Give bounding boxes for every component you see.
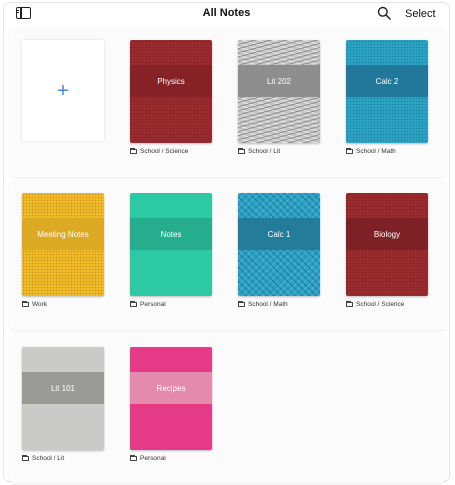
notebook-title: Biology xyxy=(346,218,428,250)
notebook-cover[interactable]: Recipes xyxy=(130,347,212,450)
notebook-location: School / Lit xyxy=(22,453,106,463)
notebook-location: School / Lit xyxy=(238,146,322,156)
notebook-cover[interactable]: Biology xyxy=(346,193,428,296)
folder-icon xyxy=(22,454,29,461)
new-note-card[interactable]: + xyxy=(22,40,106,141)
notebook-cover[interactable]: Physics xyxy=(130,40,212,143)
folder-icon xyxy=(238,300,245,307)
notebook-card[interactable]: Physics School / Science xyxy=(130,40,214,156)
notebook-card[interactable]: Calc 2 School / Math xyxy=(346,40,430,156)
notebook-location-label: School / Science xyxy=(356,300,405,308)
notebook-cover[interactable]: Lit 101 xyxy=(22,347,104,450)
notebook-title: Calc 1 xyxy=(238,218,320,250)
notebook-title: Calc 2 xyxy=(346,65,428,97)
folder-icon xyxy=(238,147,245,154)
notebook-card[interactable]: Meeting Notes Work xyxy=(22,193,106,309)
notebook-location: Personal xyxy=(130,299,214,309)
folder-icon xyxy=(130,300,137,307)
notebook-cover[interactable]: Notes xyxy=(130,193,212,296)
notebook-location-label: Work xyxy=(32,300,48,308)
notebook-cover[interactable]: Lit 202 xyxy=(238,40,320,143)
folder-icon xyxy=(130,454,137,461)
notebook-location-label: Personal xyxy=(140,454,166,462)
notebook-location-label: School / Lit xyxy=(32,454,65,462)
notebook-location: School / Math xyxy=(346,146,430,156)
notebook-title: Lit 101 xyxy=(22,372,104,404)
notebook-location-label: School / Lit xyxy=(248,147,281,155)
notebook-cover[interactable]: Meeting Notes xyxy=(22,193,104,296)
notebook-location: Work xyxy=(22,299,106,309)
notebook-card[interactable]: Lit 202 School / Lit xyxy=(238,40,322,156)
notebook-location: Personal xyxy=(130,453,214,463)
notebook-card[interactable]: Calc 1 School / Math xyxy=(238,193,322,309)
notebook-title: Meeting Notes xyxy=(22,218,104,250)
folder-icon xyxy=(346,300,353,307)
notebook-card[interactable]: Recipes Personal xyxy=(130,347,214,463)
folder-icon xyxy=(346,147,353,154)
notebook-location: School / Science xyxy=(130,146,214,156)
notebook-card[interactable]: Lit 101 School / Lit xyxy=(22,347,106,463)
notebook-card[interactable]: Notes Personal xyxy=(130,193,214,309)
notebook-location: School / Math xyxy=(238,299,322,309)
notebook-location-label: School / Math xyxy=(356,147,396,155)
notes-window: All Notes Select + Physics School / Scien… xyxy=(3,2,450,483)
notebook-cover[interactable]: Calc 2 xyxy=(346,40,428,143)
notebook-location-label: School / Math xyxy=(248,300,288,308)
notebook-location-label: Personal xyxy=(140,300,166,308)
notebook-title: Notes xyxy=(130,218,212,250)
select-button[interactable]: Select xyxy=(405,8,436,20)
notebook-title: Recipes xyxy=(130,372,212,404)
search-icon[interactable] xyxy=(377,6,391,20)
header-bar: All Notes Select xyxy=(4,3,449,25)
notebook-location: School / Science xyxy=(346,299,430,309)
notebook-title: Physics xyxy=(130,65,212,97)
folder-icon xyxy=(130,147,137,154)
notebook-cover[interactable]: Calc 1 xyxy=(238,193,320,296)
notebook-title: Lit 202 xyxy=(238,65,320,97)
plus-icon: + xyxy=(57,79,69,102)
notebook-location-label: School / Science xyxy=(140,147,189,155)
notebook-card[interactable]: Biology School / Science xyxy=(346,193,430,309)
folder-icon xyxy=(22,300,29,307)
new-note-button[interactable]: + xyxy=(22,40,104,141)
